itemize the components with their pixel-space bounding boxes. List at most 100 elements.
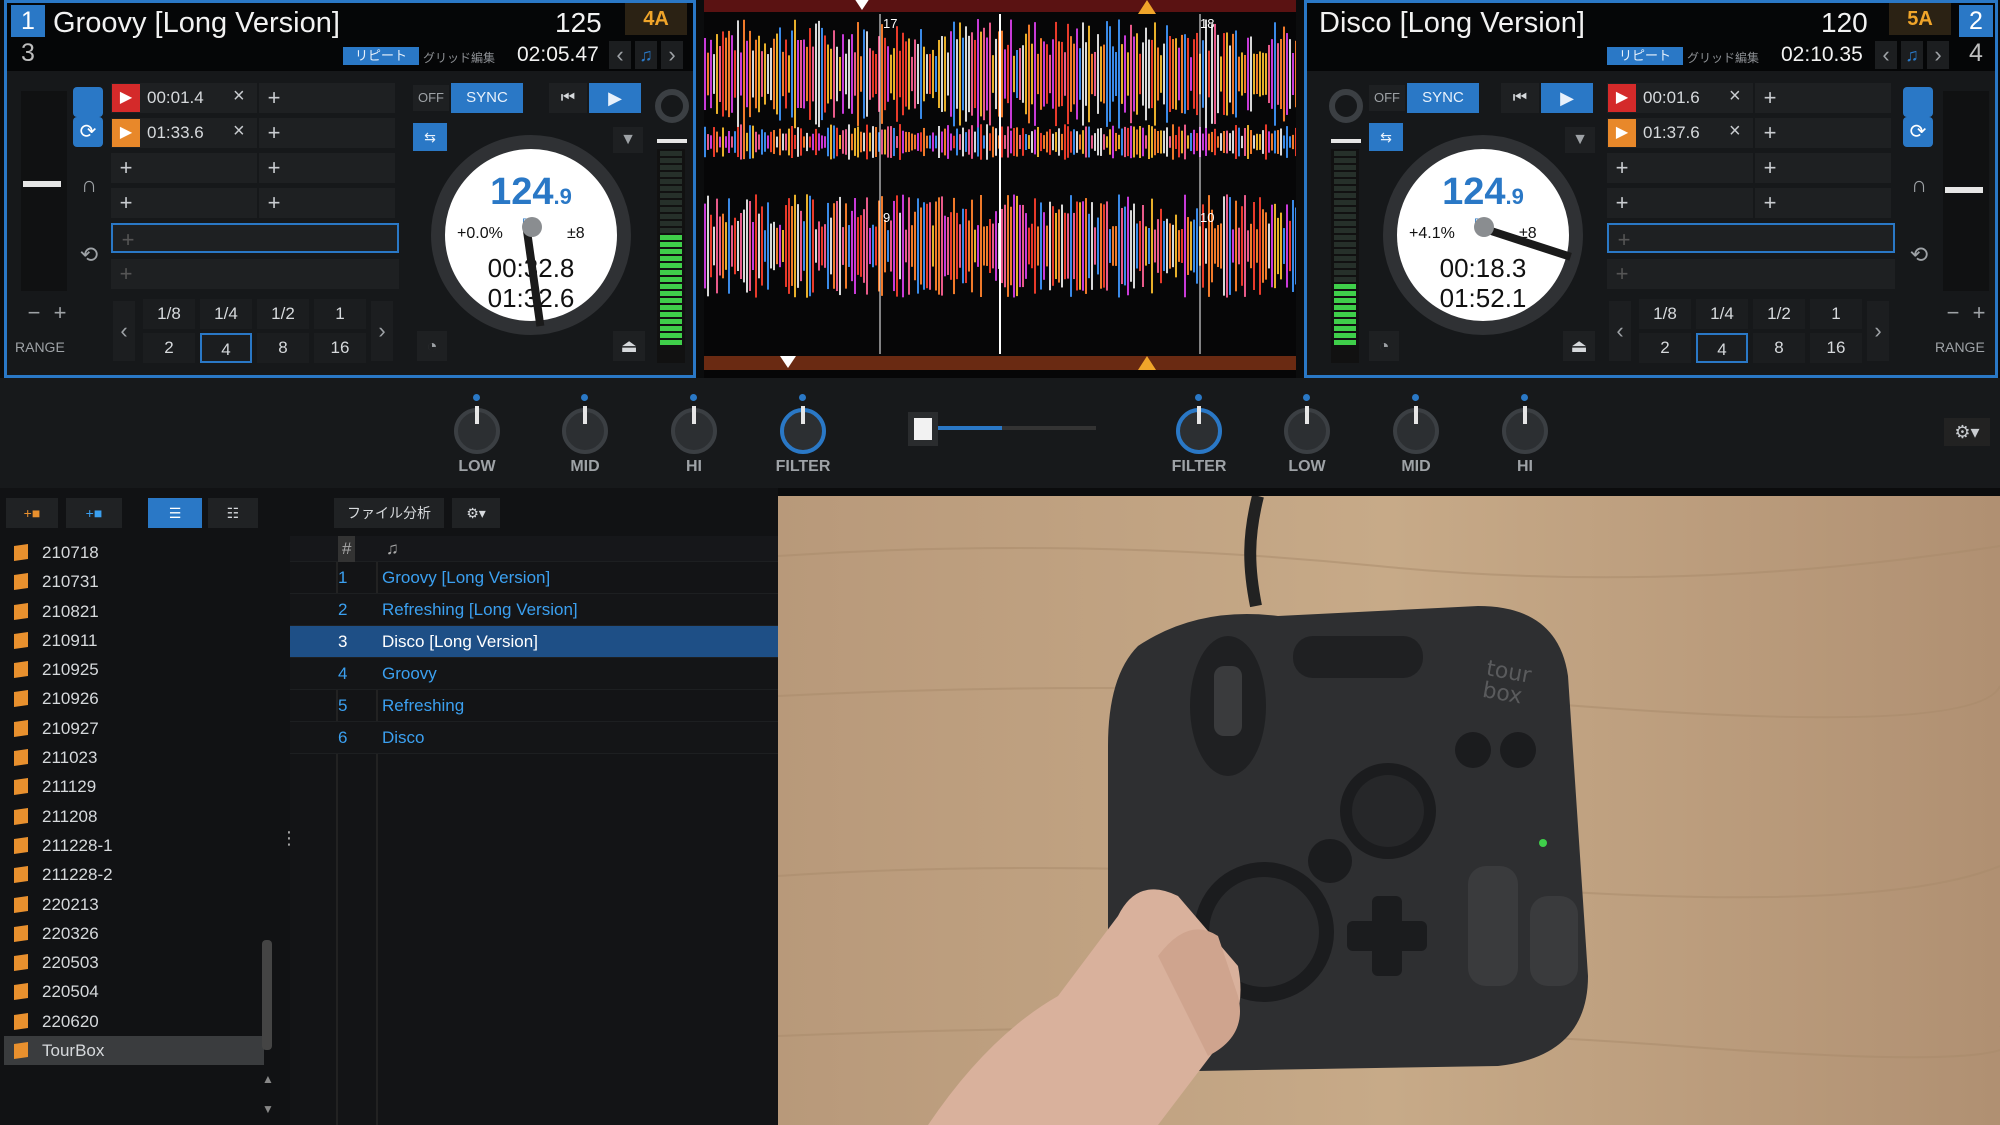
col-number-header[interactable]: # xyxy=(338,536,356,562)
deck-b-note-icon[interactable]: ♫ xyxy=(1901,41,1923,69)
deck-b-loop-4[interactable]: 4 xyxy=(1696,333,1748,363)
browser-gear-icon[interactable]: ⚙▾ xyxy=(452,498,500,528)
add-loop-icon[interactable]: + xyxy=(113,225,143,255)
deck-b-loop-1-2[interactable]: 1/2 xyxy=(1753,299,1805,329)
folder-item[interactable]: 220503 xyxy=(4,948,264,977)
settings-gear-icon[interactable]: ⚙▾ xyxy=(1944,418,1990,446)
folder-item[interactable]: 211228-2 xyxy=(4,860,264,889)
deck-a-range[interactable]: RANGE xyxy=(15,339,65,355)
deck-b-range[interactable]: RANGE xyxy=(1935,339,1985,355)
deck-b-minus-icon[interactable]: − xyxy=(1939,299,1967,327)
folder-item-selected[interactable]: TourBox xyxy=(4,1036,264,1066)
deck-a-cue-5[interactable]: + xyxy=(259,83,395,113)
folder-item[interactable]: 220213 xyxy=(4,890,264,919)
deck-a-cue-6[interactable]: + xyxy=(259,118,395,148)
add-cue-icon[interactable]: + xyxy=(259,188,289,218)
deck-b-sync-button[interactable]: SYNC xyxy=(1407,83,1479,113)
folder-item[interactable]: 211228-1 xyxy=(4,831,264,860)
deck-a-loop-slot-2[interactable]: + xyxy=(111,259,399,289)
track-row[interactable]: 5 Refreshing xyxy=(290,690,778,722)
deck-b-gauge-icon[interactable]: ◔ xyxy=(1369,331,1399,361)
deck-b-loop-1[interactable]: 1 xyxy=(1810,299,1862,329)
view-list-icon[interactable]: ☷ xyxy=(208,498,258,528)
deck-a-play-icon[interactable]: ▶ xyxy=(589,83,641,113)
right-hi-knob[interactable] xyxy=(1502,406,1548,454)
music-note-icon[interactable]: ♫ xyxy=(386,536,399,562)
deck-a-filter-icon[interactable]: ▼ xyxy=(613,127,643,153)
right-mid-knob[interactable] xyxy=(1393,406,1439,454)
deck-a-cue-3[interactable]: + xyxy=(111,153,257,183)
add-smart-crate-icon[interactable]: +■ xyxy=(66,498,122,528)
deck-b-loop-8[interactable]: 8 xyxy=(1753,333,1805,363)
add-cue-icon[interactable]: + xyxy=(259,83,289,113)
track-row[interactable]: 4 Groovy xyxy=(290,658,778,690)
deck-b-cue-7[interactable]: + xyxy=(1755,153,1891,183)
folder-item[interactable]: 220504 xyxy=(4,977,264,1006)
deck-b-cue-3[interactable]: + xyxy=(1607,153,1753,183)
deck-a-minus-icon[interactable]: − xyxy=(20,299,48,327)
left-mid-knob[interactable] xyxy=(562,406,608,454)
deck-a-gain-knob[interactable] xyxy=(655,89,689,123)
deck-b-loop-prev-icon[interactable]: ‹ xyxy=(1609,301,1631,361)
analyze-button[interactable]: ファイル分析 xyxy=(334,498,444,528)
deck-a-cue-4[interactable]: + xyxy=(111,188,257,218)
deck-b-cue-1-play-icon[interactable]: ▶ xyxy=(1608,84,1636,112)
deck-b-cue-2[interactable]: ▶ 01:37.6 × xyxy=(1607,118,1753,148)
deck-a-loop-1-2[interactable]: 1/2 xyxy=(257,299,309,329)
deck-a-sync-button[interactable]: SYNC xyxy=(451,83,523,113)
scroll-down-icon[interactable]: ▼ xyxy=(262,1102,274,1116)
deck-b-pitch-slider[interactable] xyxy=(1945,187,1983,193)
add-cue-icon[interactable]: + xyxy=(1755,118,1785,148)
deck-b-plus-icon[interactable]: + xyxy=(1965,299,1993,327)
deck-b-filter-icon[interactable]: ▼ xyxy=(1565,127,1595,153)
deck-a-loop-8[interactable]: 8 xyxy=(257,333,309,363)
left-low-knob[interactable] xyxy=(454,406,500,454)
deck-a-grid-edit[interactable]: グリッド編集 xyxy=(423,49,495,66)
deck-a-headphone-icon[interactable]: ∩ xyxy=(75,171,103,199)
scroll-up-icon[interactable]: ▲ xyxy=(262,1072,274,1086)
add-cue-icon[interactable]: + xyxy=(259,153,289,183)
folder-item[interactable]: 210926 xyxy=(4,684,264,713)
add-cue-icon[interactable]: + xyxy=(259,118,289,148)
track-row-selected[interactable]: 3 Disco [Long Version] xyxy=(290,626,778,658)
deck-b-link-icon[interactable]: ⇆ xyxy=(1369,123,1403,151)
folder-item[interactable]: 210927 xyxy=(4,714,264,743)
deck-a-prev-icon[interactable]: ‹ xyxy=(609,41,631,69)
add-cue-icon[interactable]: + xyxy=(111,188,141,218)
deck-a-cue-1-play-icon[interactable]: ▶ xyxy=(112,84,140,112)
deck-b-loop-icon[interactable]: ⟳ xyxy=(1903,117,1933,147)
deck-b-cue-5[interactable]: + xyxy=(1755,83,1891,113)
folder-item[interactable]: 210911 xyxy=(4,626,264,655)
deck-a-next-icon[interactable]: › xyxy=(661,41,683,69)
deck-a-loop-prev-icon[interactable]: ‹ xyxy=(113,301,135,361)
deck-a-repeat-icon[interactable]: ⟲ xyxy=(75,241,103,269)
folder-item[interactable]: 210925 xyxy=(4,655,264,684)
deck-a-loop-4[interactable]: 4 xyxy=(200,333,252,363)
deck-a-loop-1[interactable]: 1 xyxy=(314,299,366,329)
folder-item[interactable]: 210821 xyxy=(4,597,264,626)
deck-a-eject-icon[interactable]: ⏏ xyxy=(613,331,645,361)
deck-b-loop-slot-1[interactable]: + xyxy=(1607,223,1895,253)
deck-b-cue-8[interactable]: + xyxy=(1755,188,1891,218)
folder-item[interactable]: 210718 xyxy=(4,538,264,567)
add-cue-icon[interactable]: + xyxy=(1607,188,1637,218)
deck-b-jog-wheel[interactable]: 124.9 REL +4.1% ±8 00:18.3 01:52.1 xyxy=(1383,135,1583,335)
deck-b-play-icon[interactable]: ▶ xyxy=(1541,83,1593,113)
crossfader-handle[interactable] xyxy=(908,412,938,446)
track-row[interactable]: 6 Disco xyxy=(290,722,778,754)
deck-b-prev-icon[interactable]: ‹ xyxy=(1875,41,1897,69)
deck-a-loop-16[interactable]: 16 xyxy=(314,333,366,363)
deck-b-headphone-icon[interactable]: ∩ xyxy=(1905,171,1933,199)
deck-a-loop-icon[interactable]: ⟳ xyxy=(73,117,103,147)
add-cue-icon[interactable]: + xyxy=(1755,83,1785,113)
deck-a-plus-icon[interactable]: + xyxy=(46,299,74,327)
deck-b-loop-next-icon[interactable]: › xyxy=(1867,301,1889,361)
add-cue-icon[interactable]: + xyxy=(1755,153,1785,183)
add-crate-icon[interactable]: +■ xyxy=(6,498,58,528)
deck-b-cue-1-delete-icon[interactable]: × xyxy=(1729,85,1741,108)
deck-a-cue-7[interactable]: + xyxy=(259,153,395,183)
waveform-panel[interactable]: 17 18 9 10 xyxy=(704,0,1296,378)
deck-b-loop-slot-2[interactable]: + xyxy=(1607,259,1895,289)
deck-a-repeat-button[interactable]: リピート xyxy=(343,47,419,65)
deck-a-cue-2[interactable]: ▶ 01:33.6 × xyxy=(111,118,257,148)
